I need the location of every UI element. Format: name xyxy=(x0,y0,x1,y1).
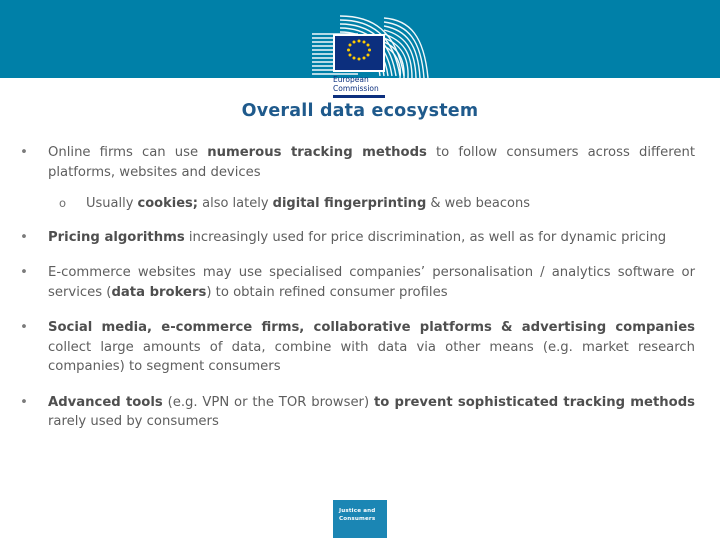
logo-underline-bar xyxy=(333,95,385,98)
sub-bullet-item: o Usually cookies; also lately digital f… xyxy=(0,194,720,214)
bullet-text: Online firms can use numerous tracking m… xyxy=(48,145,695,180)
bullet-text: E-commerce websites may use specialised … xyxy=(48,265,695,300)
bullet-marker-icon: • xyxy=(20,319,28,335)
badge-label: Justice and Consumers xyxy=(333,500,387,523)
bullet-item: • Social media, e-commerce firms, collab… xyxy=(0,318,720,377)
sub-bullet-text: Usually cookies; also lately digital fin… xyxy=(86,196,530,211)
bullet-item: • Pricing algorithms increasingly used f… xyxy=(0,228,720,248)
european-commission-logo: European Commission xyxy=(300,10,440,100)
sub-bullet-marker-icon: o xyxy=(59,196,67,210)
justice-and-consumers-badge: Justice and Consumers xyxy=(333,500,387,538)
page-title: Overall data ecosystem xyxy=(241,101,479,121)
bullet-marker-icon: • xyxy=(20,393,28,410)
bullet-marker-icon: • xyxy=(20,144,28,160)
bullet-text: Pricing algorithms increasingly used for… xyxy=(48,229,667,245)
bullet-item: • Online firms can use numerous tracking… xyxy=(0,143,720,182)
logo-wordmark-line2: Commission xyxy=(333,84,379,93)
logo-wordmark-line1: European xyxy=(333,75,369,84)
bullet-marker-icon: • xyxy=(20,228,28,245)
slide-body: • Online firms can use numerous tracking… xyxy=(0,143,720,443)
bullet-item: • Advanced tools (e.g. VPN or the TOR br… xyxy=(0,393,720,432)
bullet-item: • E-commerce websites may use specialise… xyxy=(0,263,720,302)
badge-label-line2: Consumers xyxy=(339,515,376,522)
bullet-text: Advanced tools (e.g. VPN or the TOR brow… xyxy=(48,394,695,430)
bullet-text: Social media, e-commerce firms, collabor… xyxy=(48,320,695,374)
bullet-marker-icon: • xyxy=(20,264,28,280)
badge-label-line1: Justice and xyxy=(339,508,376,514)
